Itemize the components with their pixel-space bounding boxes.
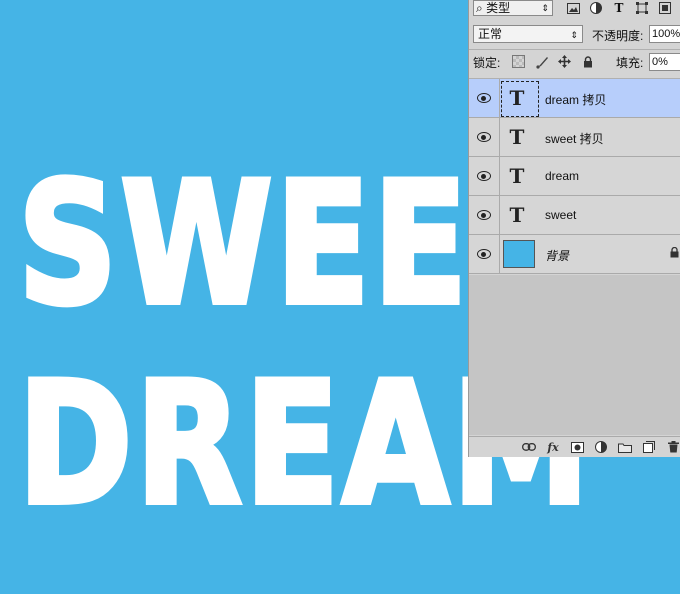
- lock-icons: [511, 54, 595, 69]
- layer-row[interactable]: T dream 拷贝: [469, 79, 680, 118]
- search-icon: ⌕: [476, 1, 483, 15]
- lock-all-icon[interactable]: [580, 54, 595, 69]
- visibility-toggle[interactable]: [469, 79, 500, 117]
- layer-name: sweet: [545, 208, 577, 222]
- eye-icon: [477, 132, 491, 142]
- layer-name: 背景: [545, 249, 570, 263]
- new-layer-icon[interactable]: [641, 439, 657, 455]
- filter-type-value: 类型: [486, 1, 511, 15]
- link-layers-icon[interactable]: [521, 439, 537, 455]
- layer-name: dream 拷贝: [545, 93, 607, 107]
- filter-row: ⌕ 类型 ⇕ T: [469, 0, 680, 20]
- text-layer-thumbnail-icon: T: [509, 164, 525, 188]
- layers-bottom-bar: fx: [469, 436, 680, 457]
- lock-label: 锁定:: [473, 56, 501, 70]
- layer-name: dream: [545, 169, 580, 183]
- divider: [469, 49, 680, 50]
- chevron-updown-icon: ⇕: [541, 3, 549, 13]
- visibility-toggle[interactable]: [469, 196, 500, 234]
- blend-mode-row: 正常 ⇕ 不透明度: 100%: [469, 24, 680, 46]
- opacity-input[interactable]: 100%: [649, 25, 680, 43]
- layer-name: sweet 拷贝: [545, 132, 604, 146]
- layers-panel: ⌕ 类型 ⇕ T 正常 ⇕ 不透明度: 100% 锁定: 填充: 0% T dr…: [468, 0, 680, 457]
- layer-row[interactable]: T sweet: [469, 196, 680, 235]
- adjustment-filter-icon[interactable]: [588, 0, 604, 16]
- filter-icons: T: [565, 0, 673, 16]
- background-layer-thumbnail: [503, 240, 535, 268]
- eye-icon: [477, 249, 491, 259]
- delete-layer-icon[interactable]: [665, 439, 680, 455]
- layer-style-fx-icon[interactable]: fx: [545, 439, 561, 455]
- shape-filter-icon[interactable]: [634, 0, 650, 16]
- smart-object-filter-icon[interactable]: [657, 0, 673, 16]
- visibility-toggle[interactable]: [469, 157, 500, 195]
- lock-brush-icon[interactable]: [534, 54, 549, 69]
- eye-icon: [477, 171, 491, 181]
- adjustment-layer-icon[interactable]: [593, 439, 609, 455]
- lock-icon: [670, 246, 679, 261]
- bottom-icons: fx: [521, 439, 680, 455]
- text-layer-thumbnail-icon: T: [509, 125, 525, 149]
- filter-type-select[interactable]: ⌕ 类型 ⇕: [473, 0, 553, 16]
- chevron-updown-icon: ⇕: [570, 30, 578, 40]
- text-filter-icon[interactable]: T: [611, 0, 627, 16]
- blend-mode-select[interactable]: 正常 ⇕: [473, 25, 583, 43]
- opacity-label: 不透明度:: [592, 29, 644, 43]
- layer-row[interactable]: 背景: [469, 235, 680, 274]
- lock-transparency-icon[interactable]: [511, 54, 526, 69]
- eye-icon: [477, 210, 491, 220]
- layer-row[interactable]: T sweet 拷贝: [469, 118, 680, 157]
- fill-input[interactable]: 0%: [649, 53, 680, 71]
- add-mask-icon[interactable]: [569, 439, 585, 455]
- fill-label: 填充:: [616, 56, 644, 70]
- text-layer-thumbnail-icon: T: [509, 203, 525, 227]
- text-layer-thumbnail-icon: T: [501, 81, 539, 117]
- layer-list: T dream 拷贝 T sweet 拷贝 T dream T sweet 背景: [469, 79, 680, 274]
- layer-list-empty-area: [469, 275, 680, 435]
- visibility-toggle[interactable]: [469, 235, 500, 273]
- lock-move-icon[interactable]: [557, 54, 572, 69]
- eye-icon: [477, 93, 491, 103]
- lock-row: 锁定: 填充: 0%: [469, 51, 680, 73]
- blend-mode-value: 正常: [478, 27, 503, 41]
- visibility-toggle[interactable]: [469, 118, 500, 156]
- layer-row[interactable]: T dream: [469, 157, 680, 196]
- new-group-folder-icon[interactable]: [617, 439, 633, 455]
- image-filter-icon[interactable]: [565, 0, 581, 16]
